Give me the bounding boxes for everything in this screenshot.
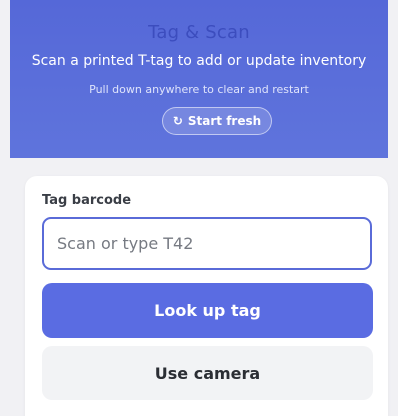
header-banner: Tag & Scan Scan a printed T-tag to add o… [10,0,388,158]
use-camera-button[interactable]: Use camera [42,346,373,400]
scan-card: Tag barcode Look up tag Use camera [25,176,388,416]
barcode-input[interactable] [42,217,372,270]
start-fresh-label: Start fresh [187,114,262,128]
tag-scan-screen: Tag & Scan Scan a printed T-tag to add o… [0,0,398,416]
refresh-icon: ↻ [172,114,183,128]
page-title: Tag & Scan [148,22,250,43]
page-subtitle: Scan a printed T-tag to add or update in… [31,53,367,69]
pull-to-refresh-hint: Pull down anywhere to clear and restart [89,83,309,96]
look-up-tag-button[interactable]: Look up tag [42,283,373,338]
barcode-field-label: Tag barcode [42,193,132,208]
start-fresh-button[interactable]: ↻ Start fresh [162,107,272,135]
